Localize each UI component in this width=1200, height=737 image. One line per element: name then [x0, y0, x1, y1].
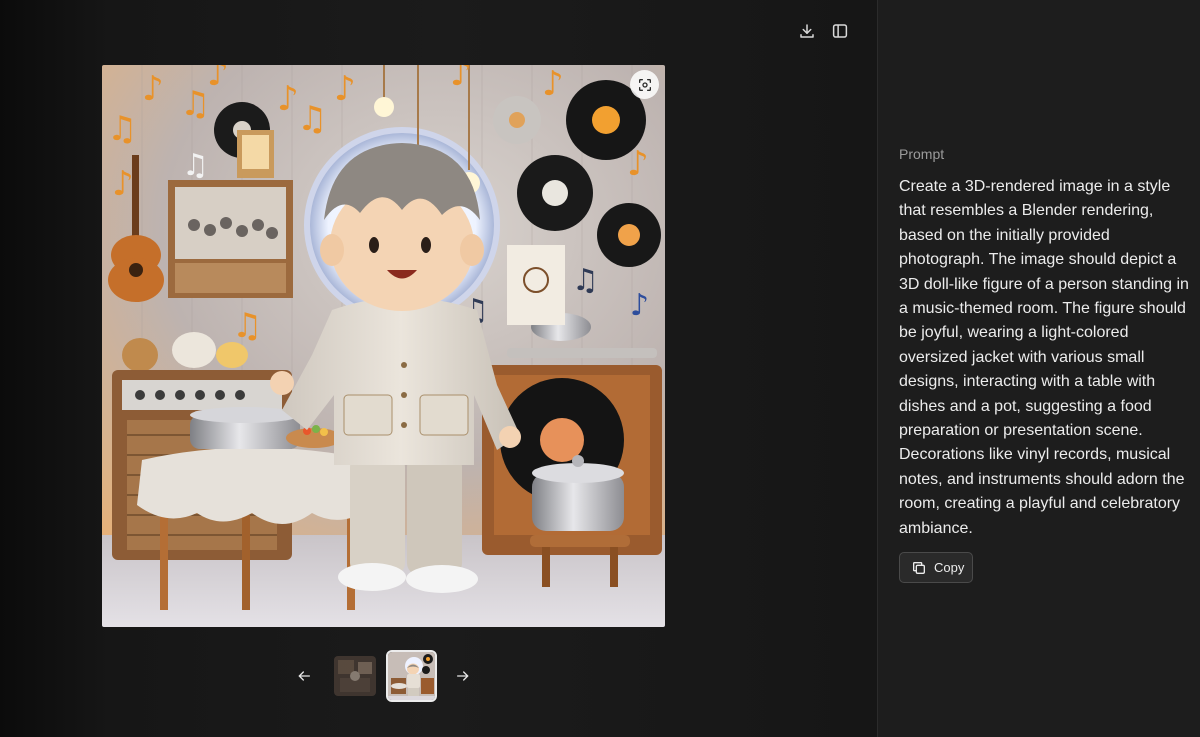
svg-text:♫: ♫ — [107, 109, 137, 149]
svg-text:♪: ♪ — [334, 69, 356, 109]
music-room-scene: ♪♫♪ ♫♪♫ ♪♪♪ ♪♪♫ ♫♫♪ ♫ — [102, 65, 665, 627]
svg-text:♫: ♫ — [297, 99, 327, 139]
thumbnail-1[interactable] — [334, 656, 376, 696]
download-icon — [800, 24, 814, 38]
svg-text:♫: ♫ — [182, 148, 209, 183]
svg-text:♪: ♪ — [450, 65, 472, 94]
next-image-button[interactable] — [451, 664, 475, 688]
svg-text:♫: ♫ — [180, 84, 210, 124]
generated-image: ♪♫♪ ♫♪♫ ♪♪♪ ♪♪♫ ♫♫♪ ♫ — [102, 65, 665, 627]
svg-text:♪: ♪ — [277, 79, 299, 119]
thumbnail-2-selected[interactable] — [386, 650, 437, 702]
arrow-left-icon — [298, 671, 310, 681]
svg-text:♪: ♪ — [112, 164, 134, 204]
sidebar-toggle-icon — [832, 24, 848, 38]
copy-button[interactable]: Copy — [899, 552, 973, 583]
svg-text:♪: ♪ — [207, 65, 229, 94]
svg-text:♪: ♪ — [142, 69, 164, 109]
select-area-button[interactable] — [630, 70, 659, 99]
svg-text:♪: ♪ — [542, 65, 564, 104]
download-button[interactable] — [794, 18, 820, 44]
sidebar-toggle-button[interactable] — [827, 18, 853, 44]
svg-text:♪: ♪ — [630, 288, 649, 323]
arrow-right-icon — [457, 671, 469, 681]
thumbnail-music-room — [388, 652, 435, 700]
prompt-text: Create a 3D-rendered image in a style th… — [899, 178, 1189, 537]
svg-text:♪: ♪ — [627, 144, 649, 184]
svg-text:♫: ♫ — [572, 263, 599, 298]
select-area-icon — [638, 78, 651, 91]
copy-icon — [913, 561, 925, 574]
thumbnail-photo — [334, 656, 376, 696]
previous-image-button[interactable] — [292, 664, 316, 688]
prompt-heading: Prompt — [899, 146, 945, 162]
svg-text:♫: ♫ — [232, 306, 262, 346]
copy-label: Copy — [934, 560, 965, 575]
